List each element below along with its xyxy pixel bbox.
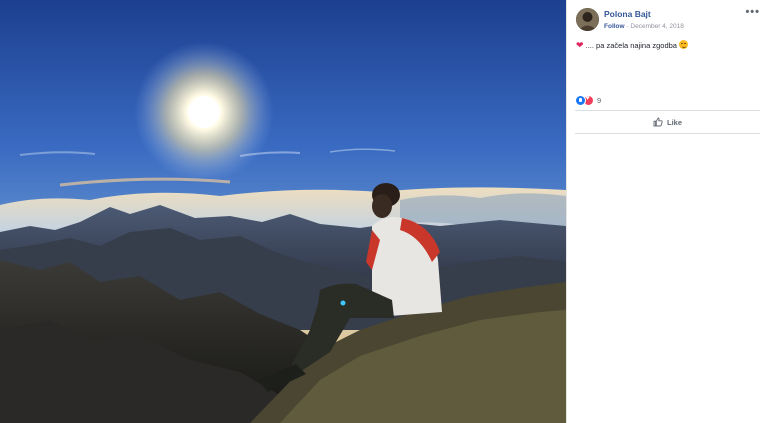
like-reaction-icon: [575, 94, 586, 106]
post-caption: ❤ .... pa začela najina zgodba: [576, 40, 689, 51]
post-date-link[interactable]: December 4, 2018: [630, 23, 683, 30]
divider: [575, 133, 760, 134]
post-header: Polona Bajt Follow · December 4, 2018 ••…: [576, 7, 760, 35]
more-options-icon[interactable]: •••: [745, 7, 760, 18]
like-button-label: Like: [666, 117, 682, 127]
like-button[interactable]: Like: [567, 113, 768, 131]
author-name-link[interactable]: Polona Bajt: [604, 9, 651, 19]
meta-separator: ·: [626, 23, 629, 30]
divider: [575, 110, 760, 111]
thumbs-up-icon: [653, 117, 663, 127]
follow-link[interactable]: Follow: [604, 23, 625, 30]
reaction-count: 9: [597, 95, 602, 105]
reactions-summary[interactable]: 9: [575, 94, 602, 106]
red-heart-emoji-icon: ❤: [576, 40, 584, 50]
author-avatar[interactable]: [576, 8, 599, 31]
post-details-panel: Polona Bajt Follow · December 4, 2018 ••…: [566, 0, 768, 423]
post-photo[interactable]: [0, 0, 566, 423]
smiling-face-with-heart-eyes-emoji-icon: [679, 40, 689, 49]
caption-text: .... pa začela najina zgodba: [585, 41, 677, 50]
post-meta: Follow · December 4, 2018: [604, 23, 684, 30]
mountain-sunrise-photo: [0, 0, 566, 423]
